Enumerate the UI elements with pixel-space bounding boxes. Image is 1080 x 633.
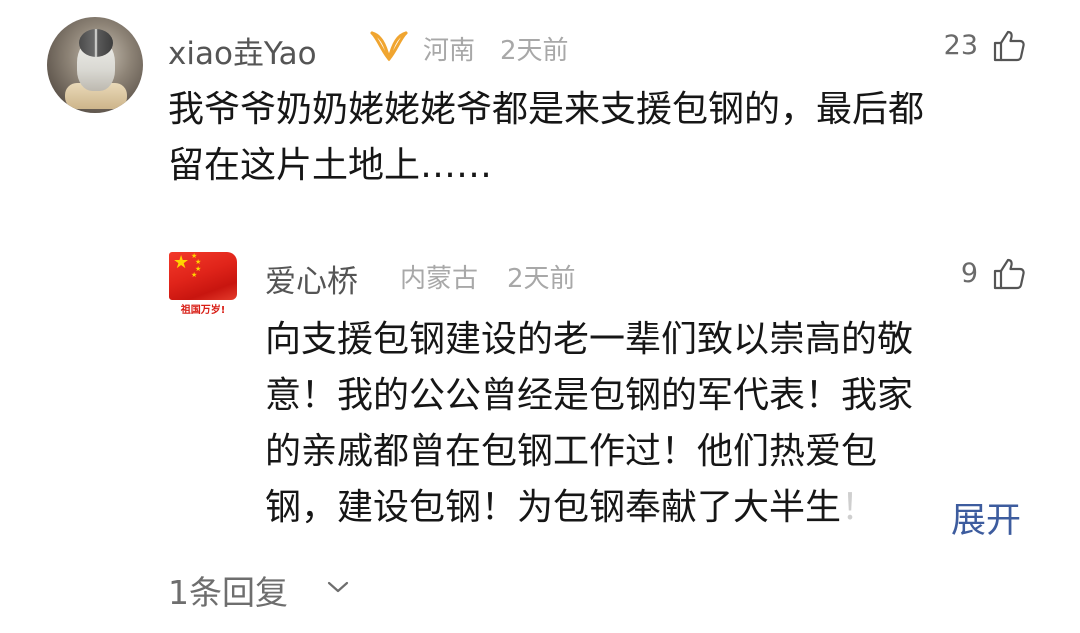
- reply-text-line: 向支援包钢建设的老一辈们致以崇高的敬: [265, 319, 914, 360]
- view-replies-button[interactable]: 1条回复: [168, 566, 288, 614]
- reply-location: 内蒙古: [400, 264, 479, 294]
- reply-text-line: 意！我的公公曾经是包钢的军代表！我家: [265, 375, 914, 416]
- reply-text-line: 钢，建设包钢！为包钢奉献了大半生！: [265, 480, 913, 536]
- comment-text-line: 我爷爷奶奶姥姥姥爷都是来支援包钢的，最后都: [168, 89, 925, 130]
- comment-text: 我爷爷奶奶姥姥姥爷都是来支援包钢的，最后都 留在这片土地上……: [168, 82, 924, 194]
- expand-button[interactable]: 展开: [951, 492, 1021, 543]
- reply-time: 2天前: [507, 264, 576, 294]
- like-thumb-icon[interactable]: [992, 29, 1026, 63]
- comment-time: 2天前: [500, 36, 569, 66]
- reply-avatar[interactable]: ★ ★ ★ ★ ★ 祖国万岁!: [167, 250, 239, 320]
- reply-text-last-line: 钢，建设包钢！为包钢奉献了大半生: [265, 487, 842, 528]
- reply-text: 向支援包钢建设的老一辈们致以崇高的敬 意！我的公公曾经是包钢的军代表！我家 的亲…: [265, 312, 913, 536]
- flag-small-star-icon: ★: [191, 271, 198, 279]
- chevron-down-icon[interactable]: [326, 579, 350, 595]
- comment-username[interactable]: xiao垚Yao: [168, 28, 317, 73]
- reply-truncated-tail: ！: [841, 487, 878, 528]
- user-avatar[interactable]: [47, 17, 143, 113]
- comment-location: 河南: [423, 36, 476, 66]
- reply-like-count: 9: [960, 258, 978, 289]
- comment-text-line: 留在这片土地上……: [168, 145, 493, 186]
- reply-username[interactable]: 爱心桥: [265, 256, 358, 301]
- like-thumb-icon[interactable]: [992, 257, 1026, 291]
- flag-big-star-icon: ★: [173, 252, 190, 273]
- reply-text-line: 的亲戚都曾在包钢工作过！他们热爱包: [265, 431, 878, 472]
- vip-badge-icon: [370, 31, 408, 62]
- avatar-caption: 祖国万岁!: [180, 305, 226, 316]
- avatar-photo-cat-head: [79, 29, 113, 57]
- comment-like-count: 23: [943, 30, 978, 61]
